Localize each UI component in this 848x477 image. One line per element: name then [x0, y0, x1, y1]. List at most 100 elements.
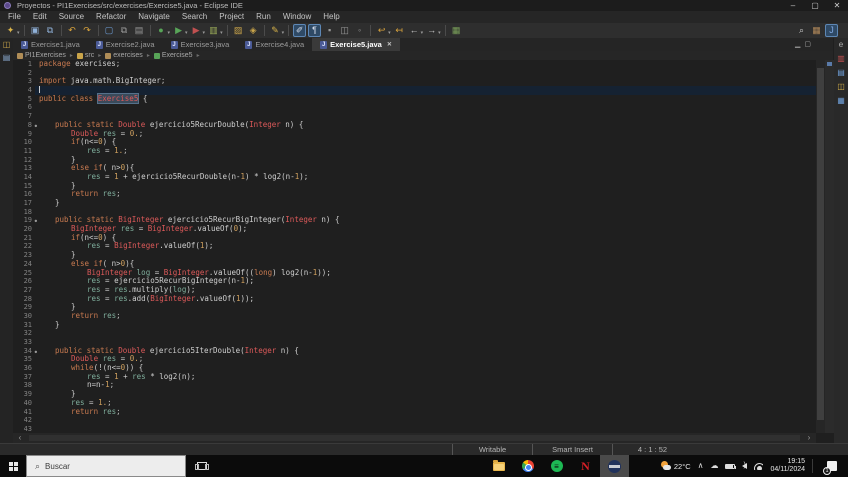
debug-dropdown-icon[interactable]: ▾ [168, 30, 171, 36]
open-element-icon[interactable]: ▦ [450, 24, 463, 37]
tab-close-icon[interactable]: ✕ [387, 41, 392, 48]
code-text[interactable]: } [35, 198, 816, 208]
code-line[interactable]: 22 res = BigInteger.valueOf(1); [13, 242, 816, 251]
breadcrumb-item-src[interactable]: src [76, 52, 94, 59]
restore-view-icon[interactable]: ▤ [2, 53, 12, 63]
close-button[interactable]: ✕ [826, 0, 848, 11]
external-tools-dropdown-icon[interactable]: ▾ [282, 30, 285, 36]
line-number[interactable]: 16 [13, 190, 35, 199]
coverage-icon[interactable]: ▥ [207, 24, 220, 37]
line-number[interactable]: 24 [13, 260, 35, 269]
code-text[interactable]: n=n-1; [35, 381, 816, 390]
code-line[interactable]: 37 res = 1 + res * log2(n); [13, 372, 816, 382]
tab-exercise3-java[interactable]: J Exercise3.java [163, 38, 238, 51]
line-number[interactable]: 1 [13, 60, 35, 69]
notification-center-button[interactable]: 1 [820, 455, 844, 477]
code-text[interactable]: Double res = 0.; [35, 129, 816, 139]
line-number[interactable]: 6 [13, 103, 35, 112]
menu-run[interactable]: Run [250, 11, 277, 23]
line-number[interactable]: 11 [13, 147, 35, 156]
annotations-icon[interactable]: ▪ [323, 24, 336, 37]
line-number[interactable]: 39 [13, 390, 35, 399]
profile-icon[interactable]: ▶ [190, 24, 203, 37]
coverage-dropdown-icon[interactable]: ▾ [220, 30, 223, 36]
line-number[interactable]: 23 [13, 251, 35, 260]
taskbar-app-chrome[interactable] [513, 455, 542, 477]
line-number[interactable]: 40 [13, 399, 35, 408]
line-number[interactable]: 13 [13, 164, 35, 173]
code-text[interactable]: } [35, 389, 816, 399]
scroll-right-icon[interactable]: › [802, 433, 816, 443]
code-line[interactable]: 20 BigInteger res = BigInteger.valueOf(0)… [13, 224, 816, 234]
line-number[interactable]: 34 ● [13, 347, 37, 356]
run-dropdown-icon[interactable]: ▾ [185, 30, 188, 36]
tab-exercise5-java[interactable]: J Exercise5.java ✕ [312, 38, 400, 51]
code-line[interactable]: 9 Double res = 0.; [13, 129, 816, 139]
menu-edit[interactable]: Edit [27, 11, 53, 23]
code-line[interactable]: 39} [13, 389, 816, 399]
line-number[interactable]: 3 [13, 77, 35, 86]
code-line[interactable]: 41 return res; [13, 407, 816, 417]
line-number[interactable]: 37 [13, 373, 35, 382]
code-text[interactable] [35, 86, 816, 95]
code-text[interactable]: return res; [35, 189, 816, 199]
tab-exercise4-java[interactable]: J Exercise4.java [237, 38, 312, 51]
line-number[interactable]: 21 [13, 234, 35, 243]
line-number[interactable]: 31 [13, 321, 35, 330]
minimized-view-3-icon[interactable]: ▤ [836, 68, 846, 78]
line-number[interactable]: 17 [13, 199, 35, 208]
battery-icon[interactable] [725, 463, 737, 469]
profile-dropdown-icon[interactable]: ▾ [203, 30, 206, 36]
code-text[interactable]: public class Exercise5 { [35, 93, 816, 104]
minimized-view-5-icon[interactable]: ▦ [836, 96, 846, 106]
line-number[interactable]: 32 [13, 329, 35, 338]
weather-widget[interactable]: 22°C [660, 461, 691, 471]
ruler-marker[interactable] [827, 62, 832, 66]
code-editor[interactable]: 1 package exercises; 2 3 import java.math.Bi… [13, 60, 816, 434]
code-text[interactable]: } [35, 250, 816, 260]
maximize-button[interactable]: ▢ [804, 0, 826, 11]
open-resource-icon[interactable]: ▢ [103, 24, 116, 37]
minimized-view-2-icon[interactable]: ▥ [836, 54, 846, 64]
save-all-icon[interactable]: ⧉ [44, 24, 57, 37]
code-line[interactable]: 16 return res; [13, 189, 816, 199]
line-number[interactable]: 10 [13, 138, 35, 147]
code-line[interactable]: 15} [13, 181, 816, 191]
line-number[interactable]: 28 [13, 295, 35, 304]
vertical-scrollbar[interactable] [816, 60, 825, 433]
code-text[interactable]: public static Double ejercicio5IterDoubl… [35, 346, 816, 356]
last-edit-location-icon[interactable]: ↩ [375, 24, 388, 37]
code-line[interactable]: 30 return res; [13, 311, 816, 321]
code-text[interactable]: } [35, 155, 816, 165]
line-number[interactable]: 29 [13, 303, 35, 312]
task-view-button[interactable] [186, 455, 218, 477]
line-number[interactable]: 4 [13, 86, 35, 95]
line-number[interactable]: 38 [13, 381, 35, 390]
taskbar-app-eclipse[interactable] [600, 455, 629, 477]
search-icon[interactable]: ⌕ [795, 24, 808, 37]
minimize-button[interactable]: – [782, 0, 804, 11]
code-text[interactable]: res = 1.; [35, 398, 816, 408]
save-icon[interactable]: ▣ [29, 24, 42, 37]
code-text[interactable]: res = res.add(BigInteger.valueOf(1)); [35, 294, 816, 304]
onedrive-cloud-icon[interactable]: ☁ [710, 462, 718, 470]
code-text[interactable]: } [35, 181, 816, 191]
line-number[interactable]: 12 [13, 156, 35, 165]
line-number[interactable]: 25 [13, 269, 35, 278]
undo-icon[interactable]: ↶ [66, 24, 79, 37]
code-line[interactable]: 6 [13, 103, 816, 112]
line-number[interactable]: 19 ● [13, 216, 37, 225]
menu-refactor[interactable]: Refactor [90, 11, 132, 23]
code-text[interactable]: return res; [35, 311, 816, 321]
restore-package-explorer-icon[interactable]: ◫ [2, 40, 12, 50]
tab-exercise2-java[interactable]: J Exercise2.java [88, 38, 163, 51]
vertical-scrollbar-thumb[interactable] [817, 68, 824, 420]
line-number[interactable]: 18 [13, 208, 35, 217]
line-number[interactable]: 5 [13, 95, 35, 104]
code-line[interactable]: 1 package exercises; [13, 60, 816, 69]
line-number[interactable]: 15 [13, 182, 35, 191]
code-text[interactable]: res = 1 + res * log2(n); [35, 372, 816, 382]
menu-search[interactable]: Search [176, 11, 213, 23]
tray-expand-icon[interactable]: ∧ [698, 462, 704, 470]
code-text[interactable]: if(n<=0) { [35, 137, 816, 147]
